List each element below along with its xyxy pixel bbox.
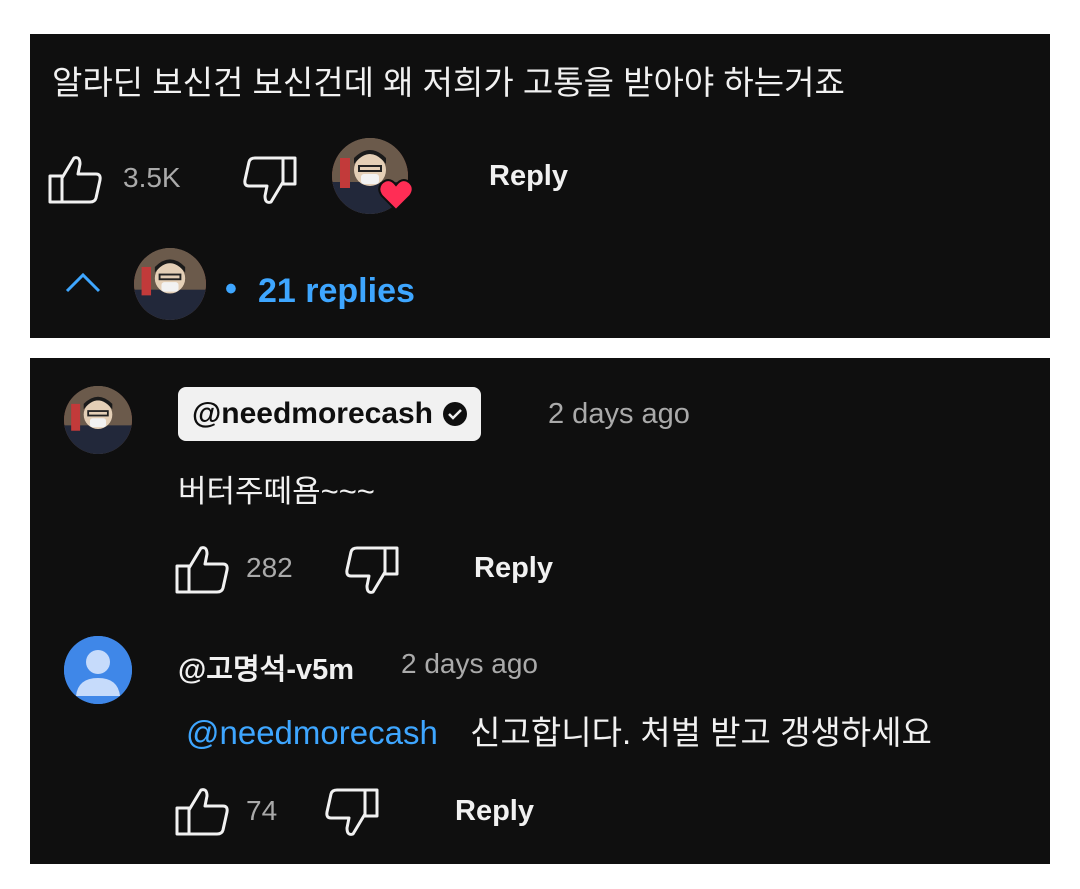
creator-heart — [332, 138, 414, 218]
like-count: 3.5K — [123, 162, 181, 193]
thumbs-up-icon[interactable] — [174, 542, 230, 596]
verified-check-icon — [443, 402, 468, 426]
like-count: 282 — [246, 552, 293, 583]
default-avatar[interactable] — [64, 636, 132, 704]
heart-icon — [378, 178, 414, 217]
thumbs-down-icon[interactable] — [344, 544, 400, 598]
reply-text: 신고합니다. 처벌 받고 갱생하세요 — [470, 714, 932, 751]
author-chip[interactable]: @needmorecash — [178, 387, 482, 441]
thumbs-up-icon[interactable] — [174, 784, 230, 838]
comment-text: 알라딘 보신건 보신건데 왜 저희가 고통을 받아야 하는거죠 — [52, 64, 845, 101]
chevron-up-icon[interactable] — [64, 270, 102, 299]
like-count: 74 — [246, 795, 278, 826]
replies-separator: • — [225, 270, 237, 308]
reply-avatar[interactable] — [64, 386, 132, 454]
author-handle: @needmorecash — [192, 397, 434, 430]
reply-timestamp[interactable]: 2 days ago — [401, 648, 538, 680]
reply-button[interactable]: Reply — [489, 160, 568, 193]
replier-avatar[interactable] — [134, 248, 206, 320]
author-handle[interactable]: @고명석-v5m — [178, 646, 354, 688]
thumbs-up-icon[interactable] — [47, 152, 103, 206]
reply-button[interactable]: Reply — [474, 552, 553, 585]
replies-toggle[interactable]: 21 replies — [258, 272, 415, 311]
reply-text: 버터주떼욤~~~ — [178, 474, 375, 509]
mention-link[interactable]: @needmorecash — [186, 714, 438, 751]
reply-button[interactable]: Reply — [455, 795, 534, 828]
top-comment: 알라딘 보신건 보신건데 왜 저희가 고통을 받아야 하는거죠 3.5K Rep… — [30, 34, 1050, 338]
replies-list: @needmorecash 2 days ago 버터주떼욤~~~ 282 Re… — [30, 358, 1050, 864]
thumbs-down-icon[interactable] — [324, 786, 380, 840]
reply-timestamp[interactable]: 2 days ago — [548, 398, 690, 431]
thumbs-down-icon[interactable] — [242, 154, 298, 208]
reply-body: @needmorecash 신고합니다. 처벌 받고 갱생하세요 — [186, 706, 932, 754]
